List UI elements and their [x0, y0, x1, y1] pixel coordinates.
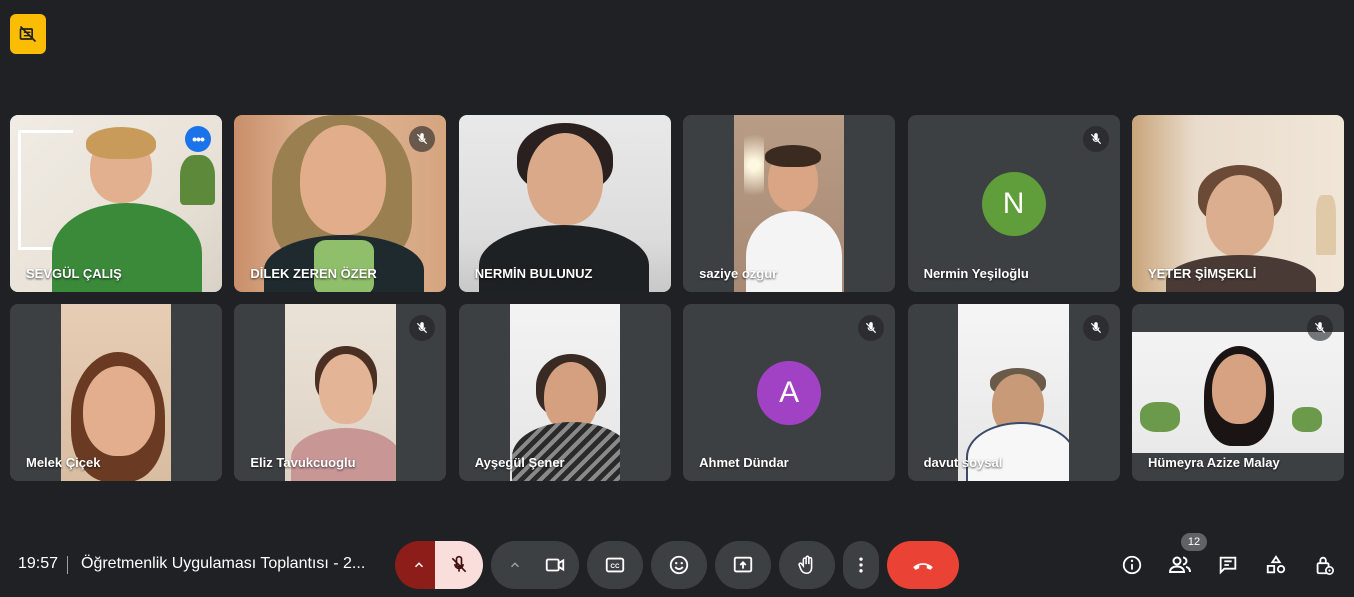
- control-bar: 19:57 Öğretmenlik Uygulaması Toplantısı …: [0, 533, 1354, 597]
- host-controls-button[interactable]: [1308, 549, 1340, 581]
- participant-name: YETER ŞİMŞEKLİ: [1147, 266, 1257, 281]
- participant-tile[interactable]: davut soysal: [907, 304, 1120, 481]
- participant-tile[interactable]: Ayşegül Şener: [458, 304, 671, 481]
- activities-button[interactable]: [1260, 549, 1292, 581]
- participant-tile[interactable]: ••• SEVGÜL ÇALIŞ: [10, 115, 222, 292]
- participant-name: Ayşegül Şener: [474, 455, 565, 470]
- participant-name: Hümeyra Azize Malay: [1147, 455, 1280, 470]
- chevron-up-icon: [510, 562, 520, 568]
- svg-text:CC: CC: [610, 563, 620, 570]
- chat-icon: [1219, 556, 1237, 575]
- participant-name: SEVGÜL ÇALIŞ: [26, 266, 122, 281]
- present-icon: [733, 556, 753, 573]
- participant-tile[interactable]: YETER ŞİMŞEKLİ: [1131, 115, 1344, 292]
- mic-off-icon: [1082, 315, 1109, 341]
- present-button[interactable]: [715, 541, 771, 589]
- participant-name: NERMİN BULUNUZ: [474, 266, 593, 281]
- avatar: A: [757, 360, 822, 425]
- mic-off-icon: [409, 315, 436, 341]
- divider: [67, 556, 68, 574]
- avatar: N: [981, 171, 1046, 236]
- emoji-icon: [669, 555, 689, 575]
- people-icon: [1168, 556, 1191, 573]
- participant-tile[interactable]: DİLEK ZEREN ÖZER: [234, 115, 447, 292]
- participant-name: Nermin Yeşiloğlu: [923, 266, 1029, 281]
- end-call-icon: [913, 563, 933, 570]
- raise-hand-icon: [798, 555, 813, 575]
- mic-off-icon: [451, 555, 467, 573]
- activities-icon: [1266, 555, 1286, 574]
- mic-off-icon: [1082, 126, 1109, 152]
- info-icon: [1122, 555, 1142, 575]
- end-call-button[interactable]: [887, 541, 959, 589]
- no-recording-icon: [19, 25, 37, 43]
- avatar-letter: N: [1002, 186, 1025, 220]
- emoji-button[interactable]: [651, 541, 707, 589]
- more-options-button[interactable]: [843, 541, 879, 589]
- participant-tile[interactable]: NERMİN BULUNUZ: [458, 115, 671, 292]
- meeting-details-button[interactable]: [1116, 549, 1148, 581]
- host-controls-icon: [1316, 556, 1334, 575]
- people-button[interactable]: [1164, 549, 1196, 581]
- participant-name: davut soysal: [923, 455, 1003, 470]
- participant-tile[interactable]: saziye ozgur: [683, 115, 896, 292]
- participant-video: [1131, 332, 1344, 453]
- more-vert-icon: [859, 557, 863, 573]
- mic-off-icon: [858, 315, 885, 341]
- chat-button[interactable]: [1212, 549, 1244, 581]
- no-recording-indicator[interactable]: [10, 14, 46, 54]
- avatar-letter: A: [779, 375, 800, 409]
- participant-tile[interactable]: Hümeyra Azize Malay: [1131, 304, 1344, 481]
- meeting-title[interactable]: Öğretmenlik Uygulaması Toplantısı - 2...: [81, 555, 365, 573]
- participant-tile[interactable]: A Ahmet Dündar: [683, 304, 896, 481]
- participant-grid: ••• SEVGÜL ÇALIŞ DİLEK ZEREN ÖZER NERMİN…: [10, 115, 1344, 481]
- camera-toggle-button[interactable]: [531, 541, 579, 589]
- participant-name: DİLEK ZEREN ÖZER: [250, 266, 377, 281]
- participant-tile[interactable]: Melek Çiçek: [10, 304, 222, 481]
- clock: 19:57: [18, 555, 59, 572]
- participant-name: Eliz Tavukcuoglu: [250, 455, 356, 470]
- camera-icon: [545, 558, 565, 572]
- mic-off-icon: [1306, 315, 1333, 341]
- participant-name: Melek Çiçek: [26, 455, 101, 470]
- raise-hand-button[interactable]: [779, 541, 835, 589]
- participant-tile[interactable]: Eliz Tavukcuoglu: [234, 304, 447, 481]
- more-options-icon[interactable]: •••: [185, 126, 211, 152]
- captions-button[interactable]: CC: [587, 541, 643, 589]
- mic-toggle-button[interactable]: [435, 541, 483, 589]
- participant-name: Ahmet Dündar: [699, 455, 789, 470]
- chevron-up-icon: [414, 562, 424, 568]
- participant-tile[interactable]: N Nermin Yeşiloğlu: [907, 115, 1120, 292]
- participant-name: saziye ozgur: [699, 266, 778, 281]
- captions-icon: CC: [605, 557, 625, 573]
